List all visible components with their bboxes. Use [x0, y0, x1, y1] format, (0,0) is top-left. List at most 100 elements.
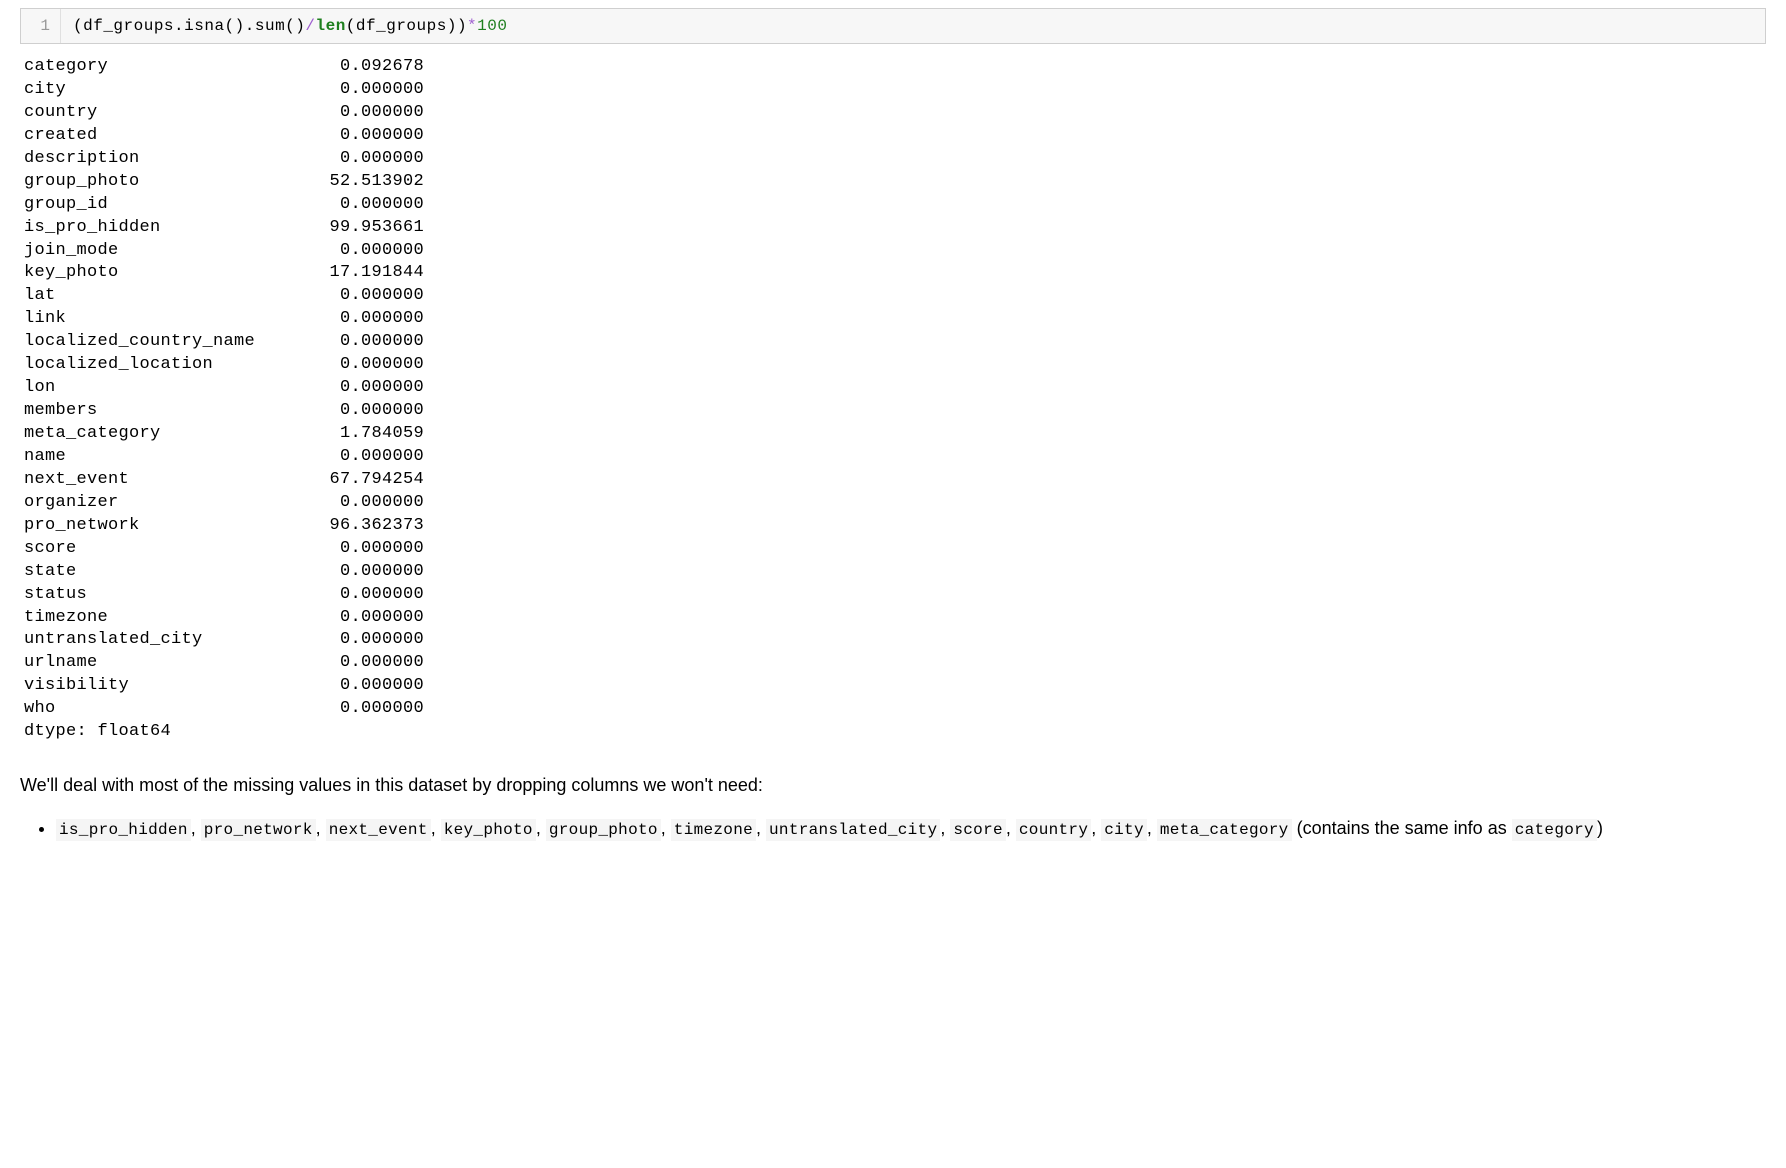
code-token-method: sum: [255, 17, 285, 35]
output-key: untranslated_city: [24, 629, 314, 652]
output-row: timezone0.000000: [24, 607, 1766, 630]
output-key: localized_location: [24, 354, 314, 377]
output-row: group_photo52.513902: [24, 171, 1766, 194]
output-value: 0.000000: [314, 331, 424, 354]
output-row: lat0.000000: [24, 285, 1766, 308]
output-key: localized_country_name: [24, 331, 314, 354]
code-content[interactable]: (df_groups.isna().sum()/len(df_groups))*…: [61, 9, 519, 43]
markdown-cell: We'll deal with most of the missing valu…: [20, 772, 1766, 844]
output-key: created: [24, 125, 314, 148]
output-value: 0.000000: [314, 629, 424, 652]
output-value: 0.000000: [314, 79, 424, 102]
output-key: group_id: [24, 194, 314, 217]
inline-code: city: [1101, 819, 1147, 841]
output-area: category0.092678city0.000000country0.000…: [24, 56, 1766, 744]
inline-code: next_event: [326, 819, 431, 841]
output-row: members0.000000: [24, 400, 1766, 423]
code-token-dot: .: [174, 17, 184, 35]
markdown-paragraph: We'll deal with most of the missing valu…: [20, 772, 1766, 799]
output-key: timezone: [24, 607, 314, 630]
output-value: 0.000000: [314, 561, 424, 584]
output-value: 0.000000: [314, 102, 424, 125]
output-value: 0.000000: [314, 354, 424, 377]
output-value: 1.784059: [314, 423, 424, 446]
code-token-paren: (): [225, 17, 245, 35]
output-row: is_pro_hidden99.953661: [24, 217, 1766, 240]
output-value: 0.000000: [314, 446, 424, 469]
output-value: 99.953661: [314, 217, 424, 240]
output-key: score: [24, 538, 314, 561]
output-value: 0.000000: [314, 148, 424, 171]
output-key: visibility: [24, 675, 314, 698]
output-row: visibility0.000000: [24, 675, 1766, 698]
output-value: 0.000000: [314, 538, 424, 561]
output-value: 0.000000: [314, 308, 424, 331]
code-token-paren: (): [285, 17, 305, 35]
inline-code: meta_category: [1157, 819, 1292, 841]
code-token-operator: *: [467, 17, 477, 35]
output-key: is_pro_hidden: [24, 217, 314, 240]
output-key: city: [24, 79, 314, 102]
output-row: pro_network96.362373: [24, 515, 1766, 538]
output-value: 0.000000: [314, 492, 424, 515]
output-row: lon0.000000: [24, 377, 1766, 400]
output-row: meta_category1.784059: [24, 423, 1766, 446]
output-row: key_photo17.191844: [24, 262, 1766, 285]
output-row: score0.000000: [24, 538, 1766, 561]
code-token-paren: (: [73, 17, 83, 35]
output-row: who0.000000: [24, 698, 1766, 721]
code-token-dot: .: [245, 17, 255, 35]
output-value: 0.000000: [314, 698, 424, 721]
output-row: untranslated_city0.000000: [24, 629, 1766, 652]
inline-code: key_photo: [441, 819, 536, 841]
output-key: meta_category: [24, 423, 314, 446]
output-row: status0.000000: [24, 584, 1766, 607]
output-value: 52.513902: [314, 171, 424, 194]
inline-code: category: [1512, 819, 1597, 841]
output-key: key_photo: [24, 262, 314, 285]
output-key: pro_network: [24, 515, 314, 538]
inline-code: group_photo: [546, 819, 661, 841]
code-token-paren: (: [346, 17, 356, 35]
code-token-method: isna: [184, 17, 224, 35]
code-token-name: df_groups: [83, 17, 174, 35]
output-value: 0.000000: [314, 400, 424, 423]
output-row: country0.000000: [24, 102, 1766, 125]
output-row: organizer0.000000: [24, 492, 1766, 515]
inline-code: is_pro_hidden: [56, 819, 191, 841]
inline-code: untranslated_city: [766, 819, 940, 841]
output-key: urlname: [24, 652, 314, 675]
output-key: join_mode: [24, 240, 314, 263]
output-key: lon: [24, 377, 314, 400]
code-token-builtin: len: [315, 17, 345, 35]
output-row: created0.000000: [24, 125, 1766, 148]
output-value: 0.000000: [314, 377, 424, 400]
output-row: name0.000000: [24, 446, 1766, 469]
output-key: organizer: [24, 492, 314, 515]
output-value: 0.000000: [314, 125, 424, 148]
code-token-number: 100: [477, 17, 507, 35]
output-row: localized_location0.000000: [24, 354, 1766, 377]
output-value: 67.794254: [314, 469, 424, 492]
output-value: 0.000000: [314, 584, 424, 607]
output-value: 0.000000: [314, 675, 424, 698]
output-key: description: [24, 148, 314, 171]
inline-code: score: [950, 819, 1006, 841]
line-number: 1: [21, 9, 61, 43]
output-value: 0.000000: [314, 607, 424, 630]
output-key: status: [24, 584, 314, 607]
output-row: urlname0.000000: [24, 652, 1766, 675]
output-row: city0.000000: [24, 79, 1766, 102]
code-cell[interactable]: 1 (df_groups.isna().sum()/len(df_groups)…: [20, 8, 1766, 44]
output-value: 0.000000: [314, 194, 424, 217]
output-key: members: [24, 400, 314, 423]
output-value: 96.362373: [314, 515, 424, 538]
output-row: group_id0.000000: [24, 194, 1766, 217]
output-row: category0.092678: [24, 56, 1766, 79]
markdown-bullet: is_pro_hidden, pro_network, next_event, …: [56, 813, 1766, 844]
code-token-paren: ): [457, 17, 467, 35]
output-key: link: [24, 308, 314, 331]
output-value: 17.191844: [314, 262, 424, 285]
output-value: 0.000000: [314, 652, 424, 675]
output-key: group_photo: [24, 171, 314, 194]
